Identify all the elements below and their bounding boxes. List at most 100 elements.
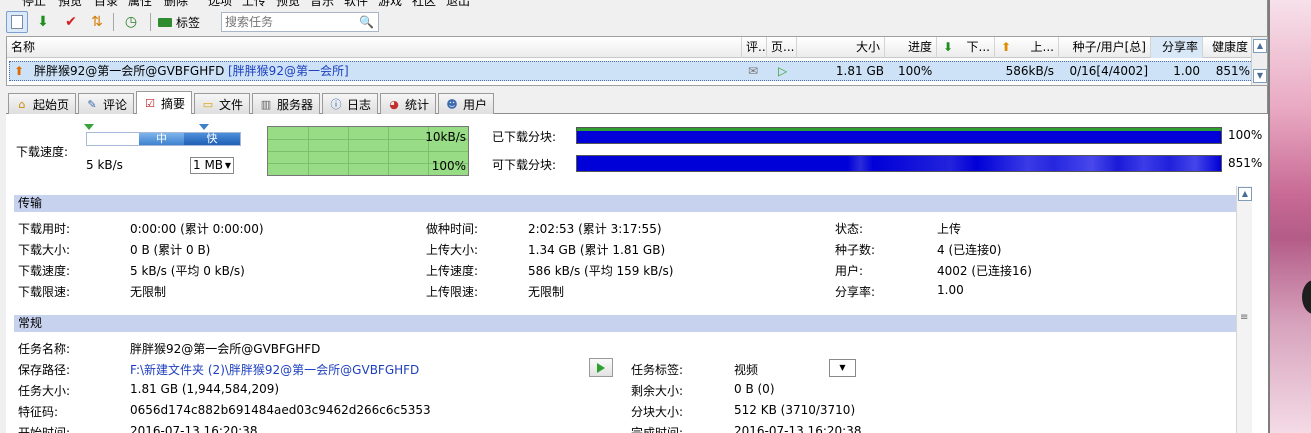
scroll-up-icon[interactable]: ▲ [1238, 187, 1252, 201]
task-name-value: 胖胖猴92@第一会所@GVBFGHFD [130, 342, 321, 356]
finish-time-value: 2016-07-13 16:20:38 [734, 424, 862, 433]
menu-item[interactable]: 删除 [164, 0, 188, 9]
downloaded-pieces-bar [576, 127, 1222, 144]
comment-icon: ✎ [87, 97, 97, 111]
task-upload-speed: 586kB/s [1005, 64, 1054, 78]
tab-comments[interactable]: ✎ 评论 [78, 93, 135, 114]
tab-label: 用户 [463, 97, 488, 112]
checkmark-icon: ✔ [65, 14, 77, 30]
column-size[interactable]: 大小 [797, 37, 885, 58]
stats-icon: ◕ [389, 97, 399, 111]
tab-log[interactable]: ⓘ 日志 [322, 93, 379, 114]
kv-value: 无限制 [528, 285, 565, 299]
menu-item[interactable]: 停止 [22, 0, 46, 9]
task-name-label: 任务名称: [18, 342, 71, 356]
column-download-speed[interactable]: ⬇ 下... [937, 37, 995, 58]
menu-item[interactable]: 属性 [128, 0, 152, 9]
tab-files[interactable]: ▭ 文件 [194, 93, 251, 114]
kv-label: 下载用时: [18, 222, 71, 236]
menu-item[interactable]: 游戏 [378, 0, 402, 9]
task-size: 1.81 GB [835, 64, 884, 78]
task-name: 胖胖猴92@第一会所@GVBFGHFD [34, 64, 225, 78]
task-list-scrollbar[interactable]: ▲ ▼ [1251, 37, 1267, 85]
task-tag-value: 视频 [734, 363, 759, 377]
tab-stats[interactable]: ◕ 统计 [380, 93, 437, 114]
column-health[interactable]: 健康度 [1203, 37, 1253, 58]
search-icon[interactable]: 🔍 [359, 15, 374, 29]
transfer-section-header: 传输 [14, 195, 1244, 212]
cache-select[interactable]: 1 MB ▼ [190, 157, 234, 174]
kv-label: 上传限速: [426, 285, 479, 299]
kv-value: 4002 (已连接16) [937, 264, 1032, 278]
menu-item[interactable]: 上传 [242, 0, 266, 9]
start-download-button[interactable]: ⬇ [32, 11, 54, 33]
task-health: 851% [1215, 64, 1250, 78]
summary-scrollbar[interactable]: ▲ ≡ [1236, 186, 1252, 433]
downloaded-pieces-line [577, 128, 1221, 131]
menu-item[interactable]: 选项 [208, 0, 232, 9]
finish-time-label: 完成时间: [631, 426, 684, 433]
server-icon: ▥ [260, 97, 272, 111]
check-button[interactable]: ✔ [60, 11, 82, 33]
tag-dropdown-button[interactable]: ▼ [829, 359, 856, 377]
tab-servers[interactable]: ▥ 服务器 [252, 93, 321, 114]
slider-mid: 中 [139, 133, 184, 145]
toolbar-separator [150, 13, 151, 31]
tab-home[interactable]: ⌂ 起始页 [8, 93, 77, 114]
menu-item[interactable]: 音乐 [310, 0, 334, 9]
save-path-label: 保存路径: [18, 363, 71, 377]
folder-icon: ▭ [202, 97, 214, 111]
menu-item[interactable]: 退出 [446, 0, 470, 9]
column-upload-speed-label: 上... [1030, 40, 1054, 54]
download-arrow-icon: ⬇ [943, 40, 954, 54]
column-progress[interactable]: 进度 [885, 37, 937, 58]
tab-summary[interactable]: ☑ 摘要 [136, 91, 193, 115]
info-icon: ⓘ [330, 98, 342, 111]
column-name[interactable]: 名称 [7, 37, 742, 58]
user-icon: ☻ [446, 97, 458, 111]
comment-icon[interactable]: ✉ [748, 62, 758, 80]
kv-value: 2:02:53 (累计 3:17:55) [528, 222, 662, 236]
save-path-link[interactable]: F:\新建文件夹 (2)\胖胖猴92@第一会所@GVBFGHFD [130, 361, 419, 378]
menu-item[interactable]: 预览 [276, 0, 300, 9]
task-row[interactable]: ⬆ 胖胖猴92@第一会所@GVBFGHFD [胖胖猴92@第一会所] ✉ ▷ 1… [9, 61, 1253, 81]
hash-value: 0656d174c882b691484aed03c9462d266c6c5353 [130, 403, 431, 417]
play-icon [597, 362, 605, 373]
column-page[interactable]: 页... [767, 37, 797, 58]
desktop-orb-icon [1302, 280, 1311, 314]
tab-label: 服务器 [277, 97, 314, 112]
scheduler-button[interactable]: ◷ [120, 11, 142, 33]
tab-label: 摘要 [161, 97, 186, 111]
kv-value: 1.34 GB (累计 1.81 GB) [528, 243, 666, 257]
speed-slider[interactable]: 中 快 [86, 132, 241, 146]
tag-button[interactable]: 标签 [158, 13, 200, 31]
task-download-speed [940, 62, 996, 80]
menu-item[interactable]: 預览 [58, 0, 82, 9]
open-folder-button[interactable] [589, 358, 613, 377]
upload-arrow-icon: ⬆ [1001, 40, 1012, 54]
menu-item[interactable]: 社区 [412, 0, 436, 9]
new-task-button[interactable] [6, 11, 28, 33]
scroll-up-icon[interactable]: ▲ [1253, 39, 1267, 53]
kv-value: 0 B (累计 0 B) [130, 243, 211, 257]
task-list: 名称 评... 页... 大小 进度 ⬇ 下... ⬆ 上... 种子/用户[总… [6, 36, 1268, 86]
play-icon[interactable]: ▷ [778, 62, 787, 80]
up-down-button[interactable]: ⇅ [86, 11, 108, 33]
general-section-header: 常规 [14, 315, 1244, 332]
scroll-down-icon[interactable]: ▼ [1253, 69, 1267, 83]
scroll-grip-icon[interactable]: ≡ [1240, 312, 1248, 323]
menu-item[interactable]: 软件 [344, 0, 368, 9]
search-input[interactable] [222, 13, 352, 31]
available-pieces-label: 可下载分块: [492, 158, 557, 172]
graph-gridline [268, 151, 468, 152]
tab-users[interactable]: ☻ 用户 [438, 93, 495, 114]
column-rating[interactable]: 评... [742, 37, 767, 58]
column-ratio[interactable]: 分享率 [1151, 37, 1203, 58]
task-tag-label: 任务标签: [631, 363, 684, 377]
column-seeds-peers[interactable]: 种子/用户[总] [1059, 37, 1151, 58]
current-marker-icon [199, 124, 209, 130]
menu-item[interactable]: 目录 [94, 0, 118, 9]
task-seeds-peers: 0/16[4/4002] [1069, 64, 1148, 78]
column-upload-speed[interactable]: ⬆ 上... [995, 37, 1059, 58]
piece-size-value: 512 KB (3710/3710) [734, 403, 856, 417]
